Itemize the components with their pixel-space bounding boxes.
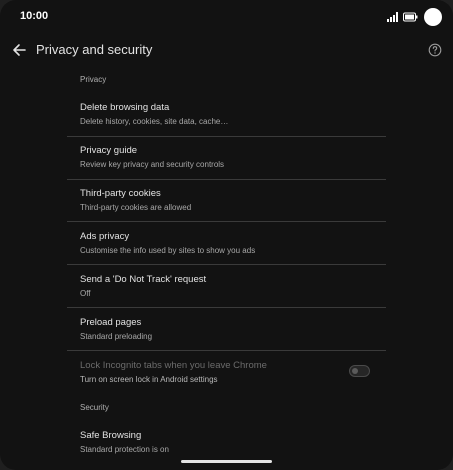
- item-subtitle: Customise the info used by sites to show…: [80, 246, 256, 255]
- item-subtitle: Turn on screen lock in Android settings: [80, 375, 218, 384]
- signal-icon: [387, 12, 398, 22]
- divider: [67, 307, 386, 308]
- toggle-knob: [352, 368, 358, 374]
- battery-icon: [403, 12, 418, 22]
- app-bar: Privacy and security: [0, 34, 453, 66]
- lock-incognito-toggle[interactable]: [349, 365, 370, 377]
- item-title: Lock Incognito tabs when you leave Chrom…: [80, 360, 267, 371]
- divider: [67, 264, 386, 265]
- arrow-back-icon[interactable]: [10, 41, 28, 59]
- lock-incognito-tabs-item[interactable]: Lock Incognito tabs when you leave Chrom…: [80, 360, 386, 385]
- divider: [67, 221, 386, 222]
- ads-privacy-item[interactable]: Ads privacy Customise the info used by s…: [80, 231, 386, 256]
- item-subtitle: Standard protection is on: [80, 445, 169, 454]
- delete-browsing-data-item[interactable]: Delete browsing data Delete history, coo…: [80, 102, 386, 127]
- item-subtitle: Delete history, cookies, site data, cach…: [80, 117, 229, 126]
- phone-screen: 10:00 Privacy and security Privacy Delet…: [0, 0, 453, 470]
- item-title: Privacy guide: [80, 145, 138, 156]
- divider: [67, 179, 386, 180]
- page-title: Privacy and security: [36, 42, 153, 57]
- divider: [67, 136, 386, 137]
- item-title: Delete browsing data: [80, 102, 170, 113]
- help-icon[interactable]: [428, 43, 442, 57]
- home-indicator[interactable]: [181, 460, 272, 463]
- item-title: Ads privacy: [80, 231, 130, 242]
- section-header-privacy: Privacy: [80, 75, 107, 84]
- preload-pages-item[interactable]: Preload pages Standard preloading: [80, 317, 386, 342]
- item-title: Send a 'Do Not Track' request: [80, 274, 207, 285]
- item-subtitle: Off: [80, 289, 91, 298]
- third-party-cookies-item[interactable]: Third-party cookies Third-party cookies …: [80, 188, 386, 213]
- section-header-security: Security: [80, 403, 109, 412]
- item-subtitle: Standard preloading: [80, 332, 153, 341]
- status-bar: 10:00: [0, 0, 453, 34]
- divider: [67, 350, 386, 351]
- camera-cutout: [424, 8, 442, 26]
- do-not-track-item[interactable]: Send a 'Do Not Track' request Off: [80, 274, 386, 299]
- status-time: 10:00: [20, 10, 49, 22]
- item-subtitle: Third-party cookies are allowed: [80, 203, 192, 212]
- item-subtitle: Review key privacy and security controls: [80, 160, 225, 169]
- safe-browsing-item[interactable]: Safe Browsing Standard protection is on: [80, 430, 386, 455]
- item-title: Preload pages: [80, 317, 142, 328]
- item-title: Safe Browsing: [80, 430, 142, 441]
- item-title: Third-party cookies: [80, 188, 161, 199]
- privacy-guide-item[interactable]: Privacy guide Review key privacy and sec…: [80, 145, 386, 170]
